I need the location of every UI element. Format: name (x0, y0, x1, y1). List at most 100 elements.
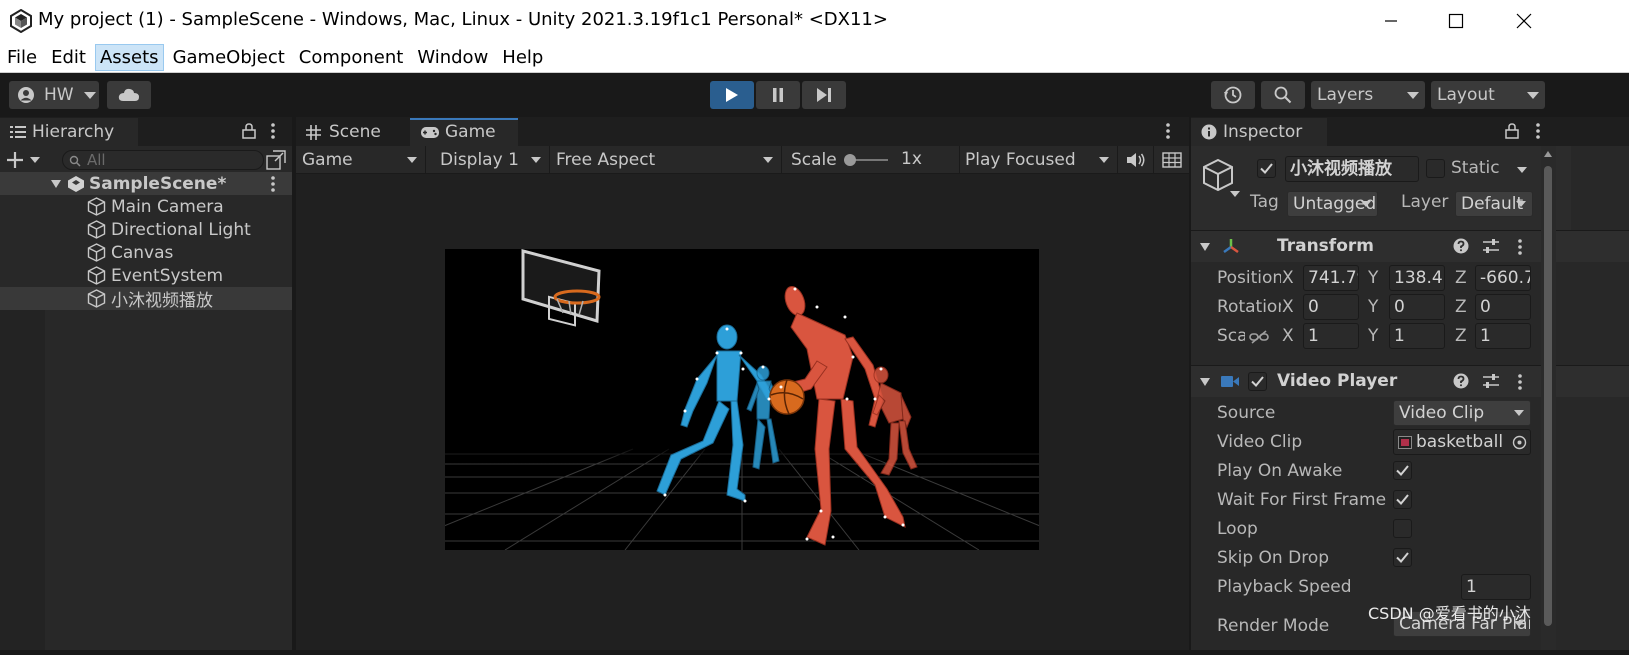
tab-inspector[interactable]: Inspector (1191, 118, 1327, 146)
kebab-menu-icon[interactable] (1535, 122, 1541, 140)
add-object-button[interactable] (6, 149, 46, 171)
scale-y-field[interactable]: 1 (1389, 323, 1445, 349)
menu-help[interactable]: Help (497, 44, 548, 71)
scale-slider-handle[interactable] (844, 154, 856, 166)
help-icon[interactable] (1453, 373, 1469, 389)
layer-dropdown[interactable]: Default (1455, 191, 1533, 217)
maximize-icon (1448, 13, 1464, 29)
caret-down-icon[interactable] (50, 179, 62, 189)
kebab-menu-icon[interactable] (1517, 373, 1523, 391)
undo-history-button[interactable] (1211, 81, 1255, 109)
loop-checkbox[interactable] (1393, 519, 1412, 538)
rotation-y-field[interactable]: 0 (1389, 294, 1445, 320)
playback-speed-field[interactable]: 1 (1461, 574, 1531, 600)
gameobject-cube-icon (87, 289, 106, 308)
hierarchy-item-eventsystem[interactable]: EventSystem (0, 264, 292, 287)
display-dropdown[interactable]: Display 1 (428, 146, 550, 174)
tag-dropdown[interactable]: Untagged (1287, 191, 1378, 217)
gameobject-cube-icon[interactable] (1200, 158, 1244, 198)
playback-speed-label: Playback Speed (1217, 577, 1352, 597)
object-picker-icon[interactable] (1512, 435, 1527, 450)
pause-icon (773, 88, 783, 102)
rotation-z-field[interactable]: 0 (1475, 294, 1531, 320)
maximize-button[interactable] (1421, 0, 1491, 42)
caret-down-icon[interactable] (1199, 242, 1211, 252)
scale-z-field[interactable]: 1 (1475, 323, 1531, 349)
kebab-menu-icon[interactable] (270, 122, 276, 140)
scene-row[interactable]: SampleScene* (0, 172, 292, 195)
position-y-field[interactable]: 138.47 (1389, 265, 1445, 291)
hierarchy-item-canvas[interactable]: Canvas (0, 241, 292, 264)
view-mode-dropdown[interactable]: Game (296, 146, 426, 174)
object-active-checkbox[interactable] (1257, 159, 1276, 178)
object-name-field[interactable]: 小沐视频播放 (1285, 156, 1419, 182)
hierarchy-item-main-camera[interactable]: Main Camera (0, 195, 292, 218)
play-button[interactable] (710, 81, 754, 109)
position-x-field[interactable]: 741.79 (1303, 265, 1359, 291)
preset-sliders-icon[interactable] (1482, 373, 1500, 389)
hierarchy-item-directional-light[interactable]: Directional Light (0, 218, 292, 241)
video-player-header[interactable]: Video Player (1191, 365, 1629, 397)
static-dropdown-icon[interactable] (1517, 167, 1527, 173)
scale-x-field[interactable]: 1 (1303, 323, 1359, 349)
menu-component[interactable]: Component (294, 44, 409, 71)
menu-gameobject[interactable]: GameObject (168, 44, 290, 71)
transform-header[interactable]: Transform (1191, 230, 1629, 262)
gameobject-cube-icon (87, 243, 106, 262)
step-button[interactable] (802, 81, 846, 109)
play-on-awake-checkbox[interactable] (1393, 461, 1412, 480)
preset-sliders-icon[interactable] (1482, 238, 1500, 254)
rotation-x-field[interactable]: 0 (1303, 294, 1359, 320)
tab-hierarchy[interactable]: Hierarchy (0, 118, 138, 146)
game-render-view[interactable] (445, 249, 1039, 550)
inspector-scrollbar[interactable] (1541, 146, 1556, 655)
constrain-proportions-icon[interactable] (1249, 329, 1269, 345)
transform-axes-icon (1223, 239, 1239, 254)
wait-first-frame-checkbox[interactable] (1393, 490, 1412, 509)
tab-scene[interactable]: Scene (296, 118, 408, 146)
kebab-menu-icon[interactable] (1517, 238, 1523, 256)
video-clip-label: Video Clip (1217, 432, 1303, 452)
skip-on-drop-checkbox[interactable] (1393, 548, 1412, 567)
axis-x-label: X (1282, 268, 1294, 288)
mute-audio-button[interactable] (1120, 146, 1154, 174)
kebab-menu-icon[interactable] (1165, 122, 1171, 140)
static-label: Static (1451, 158, 1500, 178)
menu-assets[interactable]: Assets (94, 43, 164, 71)
layers-dropdown[interactable]: Layers (1311, 81, 1425, 109)
cloud-button[interactable] (107, 81, 151, 109)
transform-body: Position X 741.79 Y 138.47 Z -660.7 Rota… (1191, 263, 1541, 359)
lock-icon[interactable] (1505, 123, 1519, 139)
hierarchy-search-input[interactable]: All (62, 150, 264, 170)
layout-dropdown[interactable]: Layout (1431, 81, 1545, 109)
close-button[interactable] (1489, 0, 1559, 42)
menu-file[interactable]: File (2, 44, 42, 71)
aspect-dropdown[interactable]: Free Aspect (552, 146, 782, 174)
menu-edit[interactable]: Edit (46, 44, 91, 71)
hierarchy-item-video-player[interactable]: 小沐视频播放 (0, 287, 292, 311)
pause-button[interactable] (756, 81, 800, 109)
tab-game[interactable]: Game (410, 118, 518, 146)
hierarchy-item-label: Main Camera (111, 196, 224, 217)
scrollbar-thumb[interactable] (1544, 166, 1552, 626)
kebab-menu-icon[interactable] (270, 175, 276, 193)
video-player-enabled-checkbox[interactable] (1248, 372, 1267, 391)
account-dropdown[interactable]: HW (9, 81, 99, 109)
game-view-panel: Scene Game Game Display 1 Free Aspect Sc… (296, 117, 1189, 655)
scene-visibility-icon[interactable] (266, 150, 286, 170)
stats-button[interactable] (1156, 146, 1189, 174)
lock-icon[interactable] (242, 123, 256, 139)
caret-down-icon[interactable] (1199, 377, 1211, 387)
video-clip-field[interactable]: basketball (1393, 429, 1531, 455)
history-icon (1224, 86, 1242, 104)
scroll-up-icon[interactable] (1543, 150, 1553, 158)
menu-window[interactable]: Window (412, 44, 493, 71)
cloud-icon (118, 88, 139, 101)
search-button[interactable] (1261, 81, 1305, 109)
static-checkbox[interactable] (1426, 159, 1445, 178)
position-z-field[interactable]: -660.7 (1475, 265, 1531, 291)
play-mode-dropdown[interactable]: Play Focused (962, 146, 1118, 174)
minimize-button[interactable] (1356, 0, 1426, 42)
help-icon[interactable] (1453, 238, 1469, 254)
source-dropdown[interactable]: Video Clip (1393, 400, 1531, 426)
